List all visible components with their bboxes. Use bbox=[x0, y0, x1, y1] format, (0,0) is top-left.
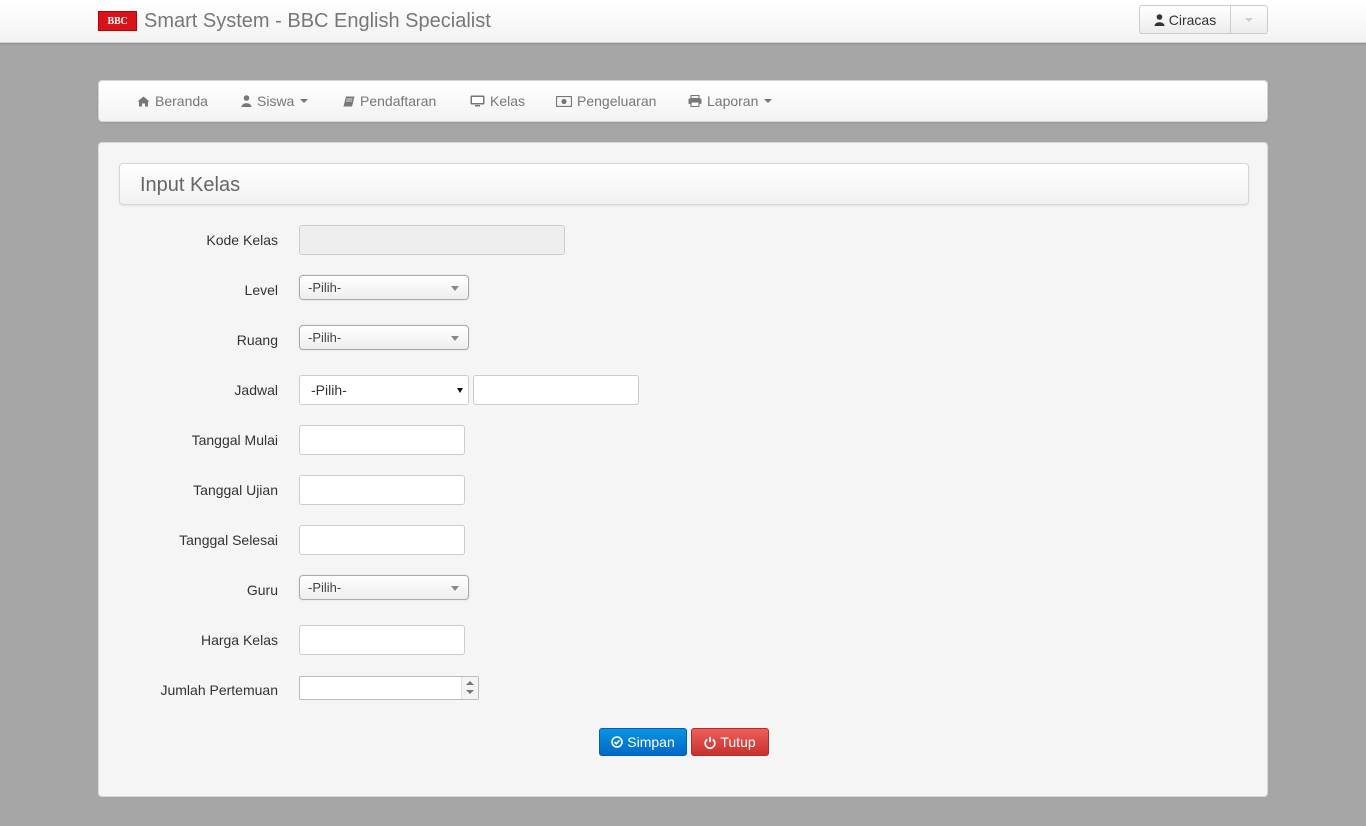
user-button[interactable]: Ciracas bbox=[1139, 5, 1231, 34]
nav-item-kelas[interactable]: Kelas bbox=[470, 81, 525, 121]
jadwal-select-value: -Pilih- bbox=[311, 382, 347, 398]
bbc-logo: BBC bbox=[98, 11, 137, 31]
chevron-down-icon bbox=[451, 286, 459, 291]
nav-item-siswa[interactable]: Siswa bbox=[241, 81, 309, 121]
brand-link[interactable]: BBC Smart System - BBC English Specialis… bbox=[98, 8, 491, 34]
kode-kelas-input[interactable] bbox=[299, 225, 565, 255]
panel-title: Input Kelas bbox=[140, 174, 241, 196]
level-select-value: -Pilih- bbox=[308, 280, 342, 295]
book-icon bbox=[343, 96, 355, 106]
label-kode-kelas: Kode Kelas bbox=[206, 232, 278, 248]
chevron-down-icon bbox=[451, 336, 459, 341]
nav-label: Pengeluaran bbox=[577, 93, 657, 109]
jadwal-select[interactable]: -Pilih- bbox=[299, 375, 469, 405]
nav-item-beranda[interactable]: Beranda bbox=[137, 81, 208, 121]
save-button-label: Simpan bbox=[627, 734, 675, 750]
stepper-up-icon[interactable] bbox=[466, 681, 474, 685]
label-level: Level bbox=[244, 282, 278, 298]
nav-label: Beranda bbox=[155, 93, 208, 109]
panel-heading: Input Kelas bbox=[119, 163, 1249, 205]
close-button-label: Tutup bbox=[720, 734, 756, 750]
ruang-select-value: -Pilih- bbox=[308, 330, 342, 345]
level-select[interactable]: -Pilih- bbox=[299, 275, 469, 300]
chevron-down-icon bbox=[1245, 17, 1253, 22]
user-dropdown-toggle[interactable] bbox=[1231, 5, 1268, 34]
save-button[interactable]: Simpan bbox=[599, 728, 687, 756]
caret-down-icon bbox=[300, 99, 309, 103]
nav-label: Siswa bbox=[257, 93, 295, 109]
home-icon bbox=[137, 96, 150, 106]
top-header: BBC Smart System - BBC English Specialis… bbox=[0, 0, 1366, 43]
power-icon bbox=[704, 736, 716, 749]
nav-label: Kelas bbox=[490, 93, 526, 109]
nav-item-laporan[interactable]: Laporan bbox=[688, 81, 773, 121]
tanggal-selesai-input[interactable] bbox=[299, 525, 465, 555]
guru-select-value: -Pilih- bbox=[308, 580, 342, 595]
main-nav: Beranda Siswa Pendaftaran Kelas Pengelua… bbox=[98, 80, 1268, 122]
label-jadwal: Jadwal bbox=[234, 382, 278, 398]
nav-item-pendaftaran[interactable]: Pendaftaran bbox=[343, 81, 436, 121]
user-icon bbox=[1154, 13, 1165, 26]
user-menu: Ciracas bbox=[1139, 5, 1268, 34]
logo-text: BBC bbox=[107, 15, 128, 27]
jumlah-pertemuan-stepper[interactable] bbox=[299, 676, 479, 700]
nav-label: Laporan bbox=[707, 93, 759, 109]
stepper-buttons bbox=[461, 677, 478, 699]
print-icon bbox=[688, 95, 702, 107]
nav-item-pengeluaran[interactable]: Pengeluaran bbox=[556, 81, 656, 121]
label-ruang: Ruang bbox=[236, 332, 278, 348]
close-button[interactable]: Tutup bbox=[691, 728, 769, 756]
jadwal-extra-input[interactable] bbox=[473, 375, 639, 405]
stepper-down-icon[interactable] bbox=[466, 690, 474, 694]
label-tanggal-selesai: Tanggal Selesai bbox=[179, 532, 278, 548]
ruang-select[interactable]: -Pilih- bbox=[299, 325, 469, 350]
label-tanggal-ujian: Tanggal Ujian bbox=[193, 482, 278, 498]
harga-kelas-input[interactable] bbox=[299, 625, 465, 655]
chevron-down-icon bbox=[451, 586, 459, 591]
nav-label: Pendaftaran bbox=[360, 93, 437, 109]
chevron-down-icon bbox=[457, 388, 463, 393]
user-icon bbox=[241, 95, 252, 107]
input-kelas-panel: Input Kelas Kode Kelas Level -Pilih- Rua… bbox=[98, 142, 1268, 797]
check-circle-icon bbox=[611, 736, 624, 748]
label-tanggal-mulai: Tanggal Mulai bbox=[191, 432, 278, 448]
app-title: Smart System - BBC English Specialist bbox=[144, 9, 491, 32]
tanggal-mulai-input[interactable] bbox=[299, 425, 465, 455]
user-name: Ciracas bbox=[1168, 11, 1217, 28]
tanggal-ujian-input[interactable] bbox=[299, 475, 465, 505]
label-harga-kelas: Harga Kelas bbox=[200, 632, 278, 648]
money-icon bbox=[556, 95, 572, 107]
guru-select[interactable]: -Pilih- bbox=[299, 575, 469, 600]
label-jumlah-pertemuan: Jumlah Pertemuan bbox=[160, 682, 278, 698]
caret-down-icon bbox=[764, 99, 773, 103]
monitor-icon bbox=[470, 95, 485, 107]
label-guru: Guru bbox=[246, 582, 278, 598]
